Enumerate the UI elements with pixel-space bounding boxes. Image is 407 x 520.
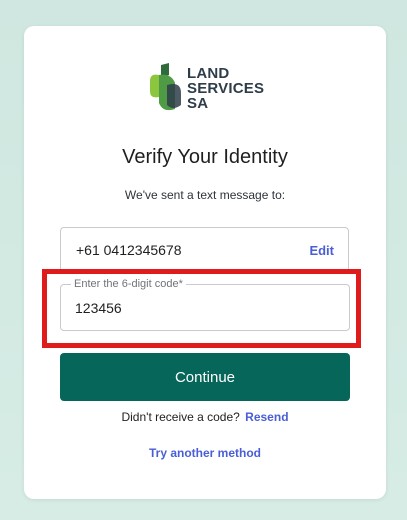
resend-row: Didn't receive a code? Resend: [24, 410, 386, 424]
edit-phone-link[interactable]: Edit: [309, 243, 334, 258]
logo-line-1: LAND: [187, 65, 230, 82]
resend-prompt: Didn't receive a code?: [121, 410, 240, 424]
page-title: Verify Your Identity: [122, 146, 288, 168]
land-services-sa-logo: LAND SERVICES SA: [147, 61, 267, 117]
phone-number-text: +61 0412345678: [76, 242, 182, 258]
logo-line-2: SERVICES: [187, 80, 265, 97]
code-field: Enter the 6-digit code*: [60, 278, 350, 331]
logo-line-3: SA: [187, 95, 209, 112]
try-another-method-link[interactable]: Try another method: [24, 446, 386, 460]
continue-button[interactable]: Continue: [60, 353, 350, 401]
login-card: LAND SERVICES SA Verify Your Identity We…: [24, 26, 386, 499]
resend-link[interactable]: Resend: [245, 410, 288, 424]
leaf-logo-icon: [150, 63, 181, 111]
code-input[interactable]: [75, 300, 325, 316]
logo-wordmark: LAND SERVICES SA: [187, 66, 264, 111]
page-subtitle: We've sent a text message to:: [124, 188, 286, 202]
phone-number-display: +61 0412345678 Edit: [60, 227, 349, 273]
code-field-label: Enter the 6-digit code*: [71, 278, 186, 291]
